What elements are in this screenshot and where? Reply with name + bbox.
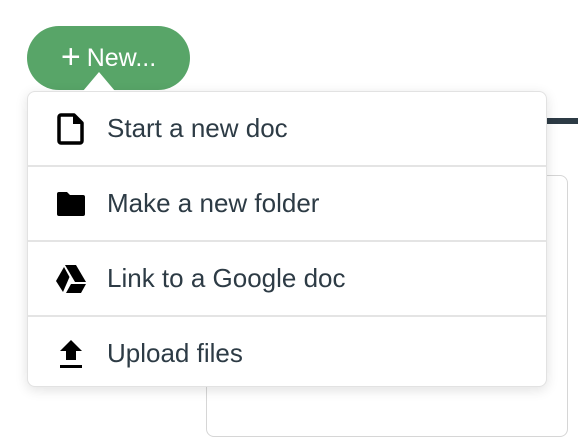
menu-item-label: Link to a Google doc — [107, 263, 346, 293]
new-button-label: New... — [86, 43, 157, 72]
background-tab-underline — [546, 118, 578, 124]
menu-item-upload-files[interactable]: Upload files — [28, 317, 546, 390]
menu-item-new-folder[interactable]: Make a new folder — [28, 167, 546, 242]
document-icon — [55, 112, 87, 145]
upload-icon — [55, 338, 87, 370]
menu-item-label: Upload files — [107, 338, 243, 368]
new-dropdown-menu: Start a new doc Make a new folder Link t… — [27, 91, 547, 387]
dropdown-caret — [83, 72, 115, 91]
menu-item-google-doc[interactable]: Link to a Google doc — [28, 242, 546, 317]
menu-item-label: Make a new folder — [107, 188, 320, 218]
menu-item-label: Start a new doc — [107, 113, 288, 143]
plus-icon: + — [60, 37, 81, 76]
menu-item-new-doc[interactable]: Start a new doc — [28, 92, 546, 167]
folder-icon — [55, 188, 87, 220]
google-drive-icon — [55, 263, 87, 295]
